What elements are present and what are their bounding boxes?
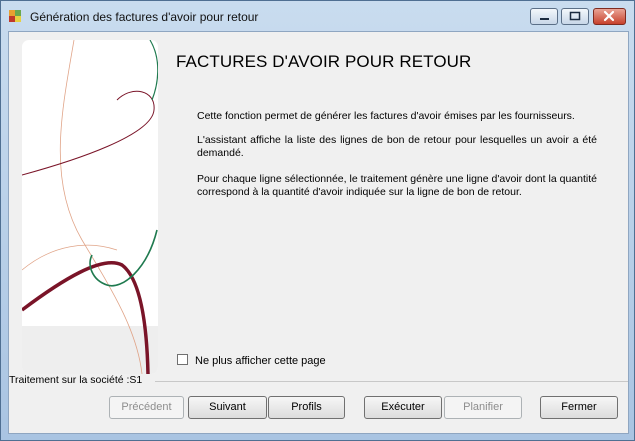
previous-button[interactable]: Précédent bbox=[109, 396, 184, 419]
close-button[interactable] bbox=[593, 8, 626, 25]
maximize-icon bbox=[569, 11, 581, 21]
minimize-icon bbox=[540, 18, 549, 20]
close-wizard-button[interactable]: Fermer bbox=[540, 396, 618, 419]
close-icon bbox=[603, 10, 615, 22]
maximize-button[interactable] bbox=[561, 8, 589, 25]
profiles-button[interactable]: Profils bbox=[268, 396, 345, 419]
intro-paragraph-3: Pour chaque ligne sélectionnée, le trait… bbox=[197, 173, 597, 198]
minimize-button[interactable] bbox=[530, 8, 558, 25]
swirl-lines-image bbox=[22, 40, 158, 374]
window-title: Génération des factures d'avoir pour ret… bbox=[30, 10, 259, 24]
wizard-client-area: FACTURES D'AVOIR POUR RETOUR Cette fonct… bbox=[8, 31, 629, 434]
next-button[interactable]: Suivant bbox=[188, 396, 267, 419]
hide-page-checkbox[interactable] bbox=[177, 354, 188, 365]
wizard-window: Génération des factures d'avoir pour ret… bbox=[0, 0, 635, 441]
title-bar[interactable]: Génération des factures d'avoir pour ret… bbox=[1, 1, 634, 31]
decorative-banner bbox=[22, 40, 158, 374]
execute-button[interactable]: Exécuter bbox=[364, 396, 442, 419]
status-separator bbox=[155, 381, 628, 382]
company-status-text: Traitement sur la société :S1 bbox=[9, 374, 143, 386]
intro-paragraph-2: L'assistant affiche la liste des lignes … bbox=[197, 134, 597, 159]
app-icon bbox=[9, 10, 21, 22]
intro-paragraph-1: Cette fonction permet de générer les fac… bbox=[197, 110, 575, 122]
schedule-button[interactable]: Planifier bbox=[444, 396, 522, 419]
page-heading: FACTURES D'AVOIR POUR RETOUR bbox=[176, 52, 472, 71]
hide-page-checkbox-label[interactable]: Ne plus afficher cette page bbox=[195, 355, 326, 367]
